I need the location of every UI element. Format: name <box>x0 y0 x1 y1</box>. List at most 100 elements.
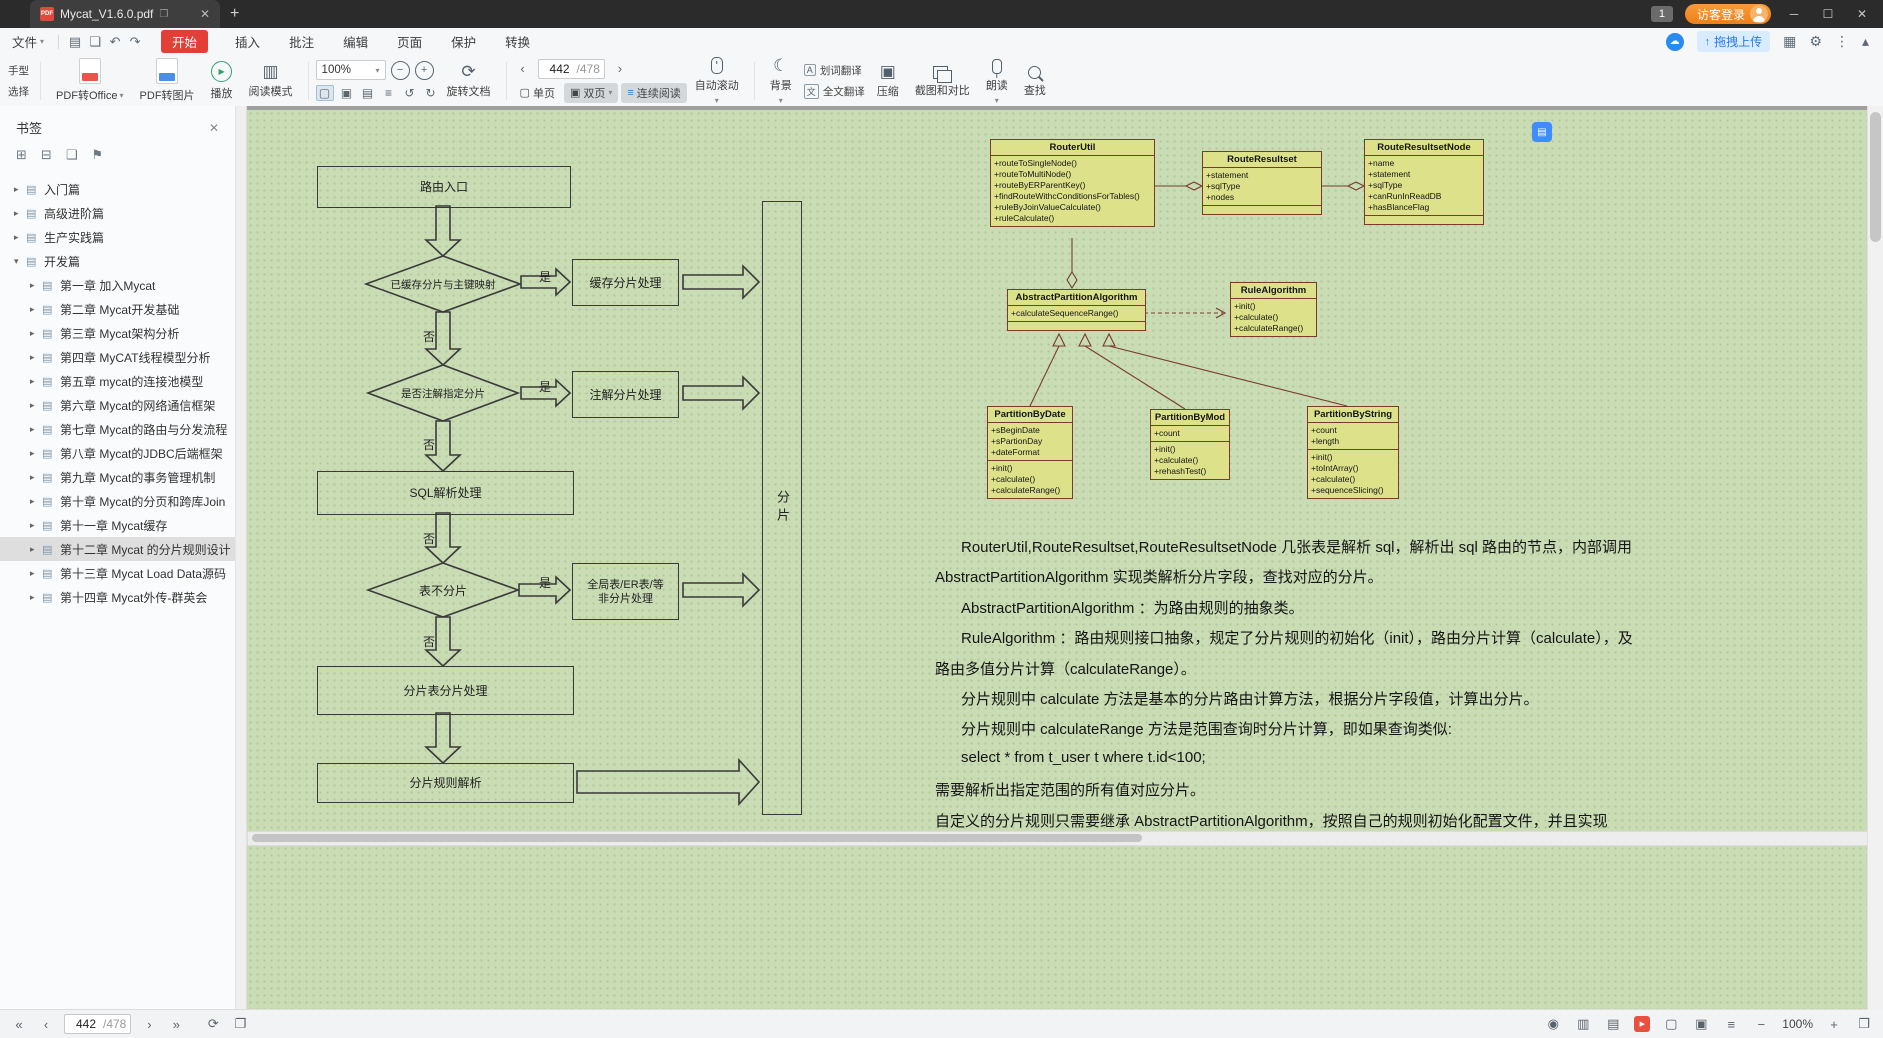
bookmark-item[interactable]: 第九章 Mycat的事务管理机制 <box>0 465 235 489</box>
undo-icon[interactable] <box>105 34 125 50</box>
zoom-out-icon[interactable]: − <box>390 60 410 80</box>
redo-icon[interactable] <box>125 34 145 50</box>
minimize-button[interactable] <box>1783 7 1805 21</box>
continuous-icon[interactable] <box>1722 1017 1740 1032</box>
fit-visible-icon[interactable] <box>381 86 397 100</box>
single-page-button[interactable]: 单页 <box>514 83 561 103</box>
bookmark-item[interactable]: 开发篇 <box>0 249 235 273</box>
prev-page-icon[interactable] <box>514 61 532 76</box>
compress-button[interactable]: 压缩 <box>869 63 907 99</box>
bookmark-item[interactable]: 第十四章 Mycat外传-群英会 <box>0 585 235 609</box>
zoom-level[interactable]: 100% <box>1782 1017 1813 1031</box>
auto-scroll-button[interactable]: 自动滚动 <box>687 56 747 105</box>
tab-home[interactable]: 开始 <box>161 30 209 53</box>
actual-size-icon[interactable] <box>315 85 334 101</box>
new-tab-button[interactable]: + <box>230 5 239 23</box>
thumbnail-icon[interactable] <box>1604 1016 1622 1032</box>
tab-edit[interactable]: 编辑 <box>341 30 370 53</box>
apps-grid-icon[interactable] <box>1783 33 1796 50</box>
bookmark-item[interactable]: 第十三章 Mycat Load Data源码 <box>0 561 235 585</box>
pdf-to-office-button[interactable]: PDF转Office <box>48 58 132 103</box>
close-panel-icon[interactable]: ✕ <box>209 121 219 135</box>
zoom-select[interactable]: 100% <box>315 60 386 80</box>
read-mode-icon[interactable] <box>1574 1016 1592 1032</box>
page-number-box[interactable]: /478 <box>537 58 605 79</box>
collapse-ribbon-icon[interactable] <box>1862 33 1869 50</box>
fullscreen-icon[interactable] <box>1855 1016 1873 1032</box>
tab-comment[interactable]: 批注 <box>287 30 316 53</box>
bookmark-item[interactable]: 第三章 Mycat架构分析 <box>0 321 235 345</box>
popout-icon[interactable] <box>231 1016 249 1032</box>
bookmark-item[interactable]: 第六章 Mycat的网络通信框架 <box>0 393 235 417</box>
select-tool-button[interactable]: 选择 <box>4 83 33 100</box>
double-page-button[interactable]: 双页 <box>563 82 619 103</box>
continuous-button[interactable]: 连续阅读 <box>621 82 687 103</box>
rotate-right-icon[interactable] <box>423 86 439 100</box>
annotation-marker[interactable] <box>1532 122 1552 142</box>
cloud-sync-icon[interactable] <box>1665 32 1684 51</box>
bookmark-item-selected[interactable]: 第十二章 Mycat 的分片规则设计 <box>0 537 235 561</box>
document-tab[interactable]: Mycat_V1.6.0.pdf ❐ ✕ <box>30 0 220 28</box>
scrollbar-thumb[interactable] <box>1870 112 1881 242</box>
close-button[interactable] <box>1851 7 1873 21</box>
more-icon[interactable] <box>1835 33 1849 50</box>
file-menu[interactable]: 文件 <box>0 32 52 51</box>
double-page-icon[interactable] <box>1692 1016 1710 1032</box>
zoom-out-icon[interactable] <box>1752 1017 1770 1032</box>
tab-convert[interactable]: 转换 <box>503 30 532 53</box>
tab-page[interactable]: 页面 <box>395 30 424 53</box>
next-page-icon[interactable] <box>140 1017 158 1032</box>
first-page-icon[interactable] <box>10 1017 28 1032</box>
word-translate-button[interactable]: A 划词翻译 <box>800 62 869 79</box>
flag-icon[interactable] <box>91 147 103 163</box>
bookmark-item[interactable]: 第二章 Mycat开发基础 <box>0 297 235 321</box>
hand-tool-button[interactable]: 手型 <box>4 62 33 79</box>
page-number-input[interactable] <box>69 1016 103 1032</box>
single-page-icon[interactable] <box>1662 1016 1680 1032</box>
page-number-box[interactable]: /478 <box>64 1014 132 1034</box>
bookmark-item[interactable]: 入门篇 <box>0 177 235 201</box>
add-bookmark-icon[interactable] <box>66 147 78 163</box>
refresh-icon[interactable] <box>204 1016 222 1032</box>
reading-mode-button[interactable]: 阅读模式 <box>241 63 301 99</box>
bookmark-item[interactable]: 高级进阶篇 <box>0 201 235 225</box>
zoom-in-icon[interactable] <box>1825 1017 1843 1032</box>
collapse-all-icon[interactable] <box>41 147 52 163</box>
screenshot-compare-button[interactable]: 截图和对比 <box>907 63 978 98</box>
play-button[interactable]: 播放 <box>203 60 241 101</box>
prev-page-icon[interactable] <box>37 1017 55 1032</box>
next-page-icon[interactable] <box>611 61 629 76</box>
guest-login-button[interactable]: 访客登录 <box>1684 4 1771 24</box>
tab-protect[interactable]: 保护 <box>449 30 478 53</box>
read-aloud-button[interactable]: 朗读 <box>978 57 1016 105</box>
tab-close-icon[interactable]: ✕ <box>200 7 210 21</box>
rotate-left-icon[interactable] <box>402 86 418 100</box>
bookmark-item[interactable]: 第十一章 Mycat缓存 <box>0 513 235 537</box>
pdf-to-image-button[interactable]: PDF转图片 <box>132 58 203 103</box>
rotate-doc-button[interactable]: 旋转文档 <box>439 63 499 99</box>
find-button[interactable]: 查找 <box>1016 63 1054 98</box>
vertical-scrollbar[interactable] <box>1867 106 1883 1010</box>
full-translate-button[interactable]: 文全文翻译 <box>800 83 869 100</box>
scrollbar-thumb[interactable] <box>252 834 1142 842</box>
page-number-input[interactable] <box>542 60 577 77</box>
bookmark-item[interactable]: 第八章 Mycat的JDBC后端框架 <box>0 441 235 465</box>
fit-page-icon[interactable] <box>339 86 355 100</box>
horizontal-scrollbar[interactable] <box>247 831 1868 846</box>
background-button[interactable]: 背景 <box>762 57 800 105</box>
record-icon[interactable] <box>1634 1016 1651 1032</box>
tab-popout-icon[interactable]: ❐ <box>159 9 168 20</box>
eye-protect-icon[interactable] <box>1544 1016 1562 1032</box>
drag-upload-chip[interactable]: 拖拽上传 <box>1696 31 1771 52</box>
bookmark-item[interactable]: 第七章 Mycat的路由与分发流程 <box>0 417 235 441</box>
last-page-icon[interactable] <box>167 1017 185 1032</box>
panel-splitter[interactable] <box>236 106 247 1010</box>
zoom-in-icon[interactable]: + <box>414 60 434 80</box>
save-icon[interactable] <box>65 34 85 50</box>
bookmark-item[interactable]: 第十章 Mycat的分页和跨库Join <box>0 489 235 513</box>
bookmark-item[interactable]: 生产实践篇 <box>0 225 235 249</box>
bookmark-item[interactable]: 第一章 加入Mycat <box>0 273 235 297</box>
expand-all-icon[interactable] <box>16 147 27 163</box>
maximize-button[interactable] <box>1817 7 1839 21</box>
settings-icon[interactable] <box>1809 33 1822 50</box>
